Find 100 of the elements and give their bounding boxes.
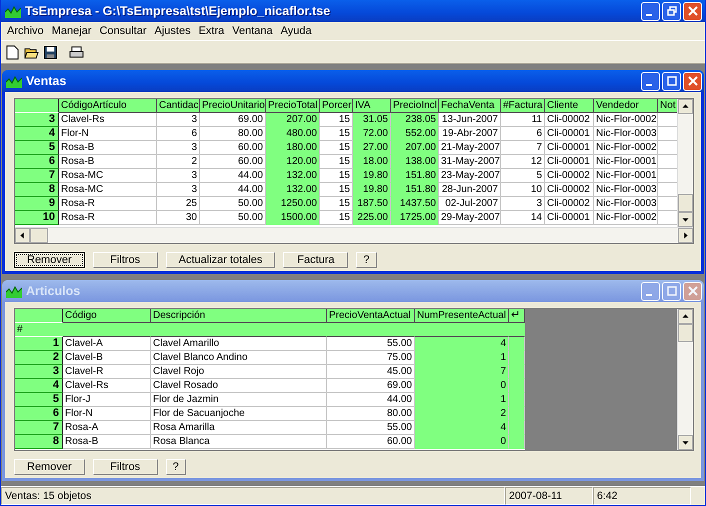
menu-item[interactable]: Manejar (48, 25, 96, 37)
corner-cell (15, 309, 63, 324)
maximize-button[interactable] (662, 72, 681, 90)
table-cell: Clavel Rosado (151, 379, 327, 394)
column-header[interactable]: CódigoArtículo (59, 99, 157, 113)
row-header[interactable]: 7 (15, 421, 63, 436)
table-cell: 11 (501, 113, 545, 127)
minimize-button[interactable] (641, 2, 660, 20)
table-cell: 18.00 (353, 155, 391, 169)
action-button[interactable]: Remover (14, 252, 85, 268)
table-cell: 3 (501, 197, 545, 211)
restore-button[interactable] (662, 2, 681, 20)
table-cell: 7 (501, 141, 545, 155)
action-button[interactable]: Filtros (92, 252, 158, 268)
row-header[interactable]: 8 (15, 435, 63, 450)
table-cell: 25 (157, 197, 200, 211)
row-header[interactable]: 4 (15, 379, 63, 394)
table-cell: 5 (501, 169, 545, 183)
menu-item[interactable]: Archivo (3, 25, 48, 37)
filter-cell[interactable] (509, 323, 525, 338)
status-message: Ventas: 15 objetos (1, 487, 505, 505)
column-header[interactable]: ↵ (509, 309, 525, 324)
row-header[interactable]: 2 (15, 351, 63, 366)
table-cell: Clavel Blanco Andino (151, 351, 327, 366)
menu-item[interactable]: Consultar (95, 25, 151, 37)
row-header[interactable]: 5 (15, 393, 63, 408)
column-header[interactable]: PrecioVentaActual (327, 309, 415, 324)
row-header[interactable]: 6 (15, 155, 59, 169)
table-cell: 207.00 (266, 113, 320, 127)
horizontal-scrollbar[interactable] (15, 227, 693, 243)
table-cell: 19-Abr-2007 (439, 127, 501, 141)
row-header[interactable]: 1 (15, 337, 63, 352)
column-header[interactable]: Código (63, 309, 151, 324)
row-header[interactable]: 6 (15, 407, 63, 422)
table-cell: 138.00 (391, 155, 439, 169)
row-header[interactable]: 9 (15, 197, 59, 211)
status-time: 6:42 (593, 487, 691, 505)
close-button[interactable] (683, 2, 702, 20)
table-cell: 31.05 (353, 113, 391, 127)
row-header[interactable]: 3 (15, 113, 59, 127)
action-button[interactable]: Factura (283, 252, 348, 268)
table-cell: Nic-Flor-0001 (594, 169, 658, 183)
save-button[interactable] (41, 43, 59, 61)
table-cell: 13-Jun-2007 (439, 113, 501, 127)
menu-item[interactable]: Ajustes (150, 25, 195, 37)
table-cell: Flor-N (59, 127, 157, 141)
table-cell: 480.00 (266, 127, 320, 141)
minimize-icon (646, 294, 652, 296)
menu-item[interactable]: Ventana (228, 25, 277, 37)
column-header[interactable]: Vendedor (594, 99, 658, 113)
column-header[interactable]: Not (658, 99, 677, 113)
table-cell: Nic-Flor-0002 (594, 141, 658, 155)
row-header[interactable]: 5 (15, 141, 59, 155)
table-cell: Rosa-A (63, 421, 151, 436)
table-cell: 21-May-2007 (439, 141, 501, 155)
menu-item[interactable]: Ayuda (276, 25, 316, 37)
menu-item[interactable]: Extra (194, 25, 228, 37)
scroll-thumb[interactable] (678, 324, 693, 342)
column-header[interactable]: PrecioIncl (391, 99, 439, 113)
column-header[interactable]: IVA (353, 99, 391, 113)
action-button[interactable]: ? (356, 252, 377, 268)
column-header[interactable]: FechaVenta (439, 99, 501, 113)
minimize-button[interactable] (641, 72, 660, 90)
close-icon (688, 76, 698, 86)
column-header[interactable]: Cliente (545, 99, 594, 113)
table-cell: 02-Jul-2007 (439, 197, 501, 211)
column-header[interactable]: #Factura (501, 99, 545, 113)
close-button[interactable] (683, 72, 702, 90)
table-cell: 14 (501, 211, 545, 225)
chart-icon (5, 4, 21, 18)
table-cell: 0 (415, 379, 509, 394)
table-cell: Flor de Sacuanjoche (151, 407, 327, 422)
row-header[interactable]: 8 (15, 183, 59, 197)
table-cell: Cli-00001 (545, 141, 594, 155)
row-header[interactable]: 7 (15, 169, 59, 183)
table-cell: Clavel Amarillo (151, 337, 327, 352)
table-cell: 2 (157, 155, 200, 169)
action-button[interactable]: Actualizar totales (166, 252, 276, 268)
row-header[interactable]: 4 (15, 127, 59, 141)
table-cell: 1500.00 (266, 211, 320, 225)
scroll-thumb[interactable] (678, 194, 693, 212)
column-header[interactable]: Cantidac (157, 99, 200, 113)
table-cell: Cli-00002 (545, 197, 594, 211)
table-cell: 120.00 (266, 155, 320, 169)
row-header[interactable]: 3 (15, 365, 63, 380)
scroll-thumb[interactable] (30, 228, 48, 243)
table-cell: Nic-Flor-0002 (594, 113, 658, 127)
vertical-scrollbar[interactable] (677, 99, 693, 227)
table-cell: 6 (157, 127, 200, 141)
table-cell: Rosa-MC (59, 169, 157, 183)
row-header[interactable]: 10 (15, 211, 59, 225)
table-cell: 1250.00 (266, 197, 320, 211)
table-cell: 132.00 (266, 183, 320, 197)
column-header[interactable]: Porcer (320, 99, 353, 113)
table-cell: Rosa Blanca (151, 435, 327, 450)
column-header[interactable]: Descripción (151, 309, 327, 324)
maximize-icon (666, 286, 676, 296)
column-header[interactable]: NumPresenteActual (415, 309, 509, 324)
column-header[interactable]: PrecioUnitario (200, 99, 266, 113)
column-header[interactable]: PrecioTotal (266, 99, 320, 113)
